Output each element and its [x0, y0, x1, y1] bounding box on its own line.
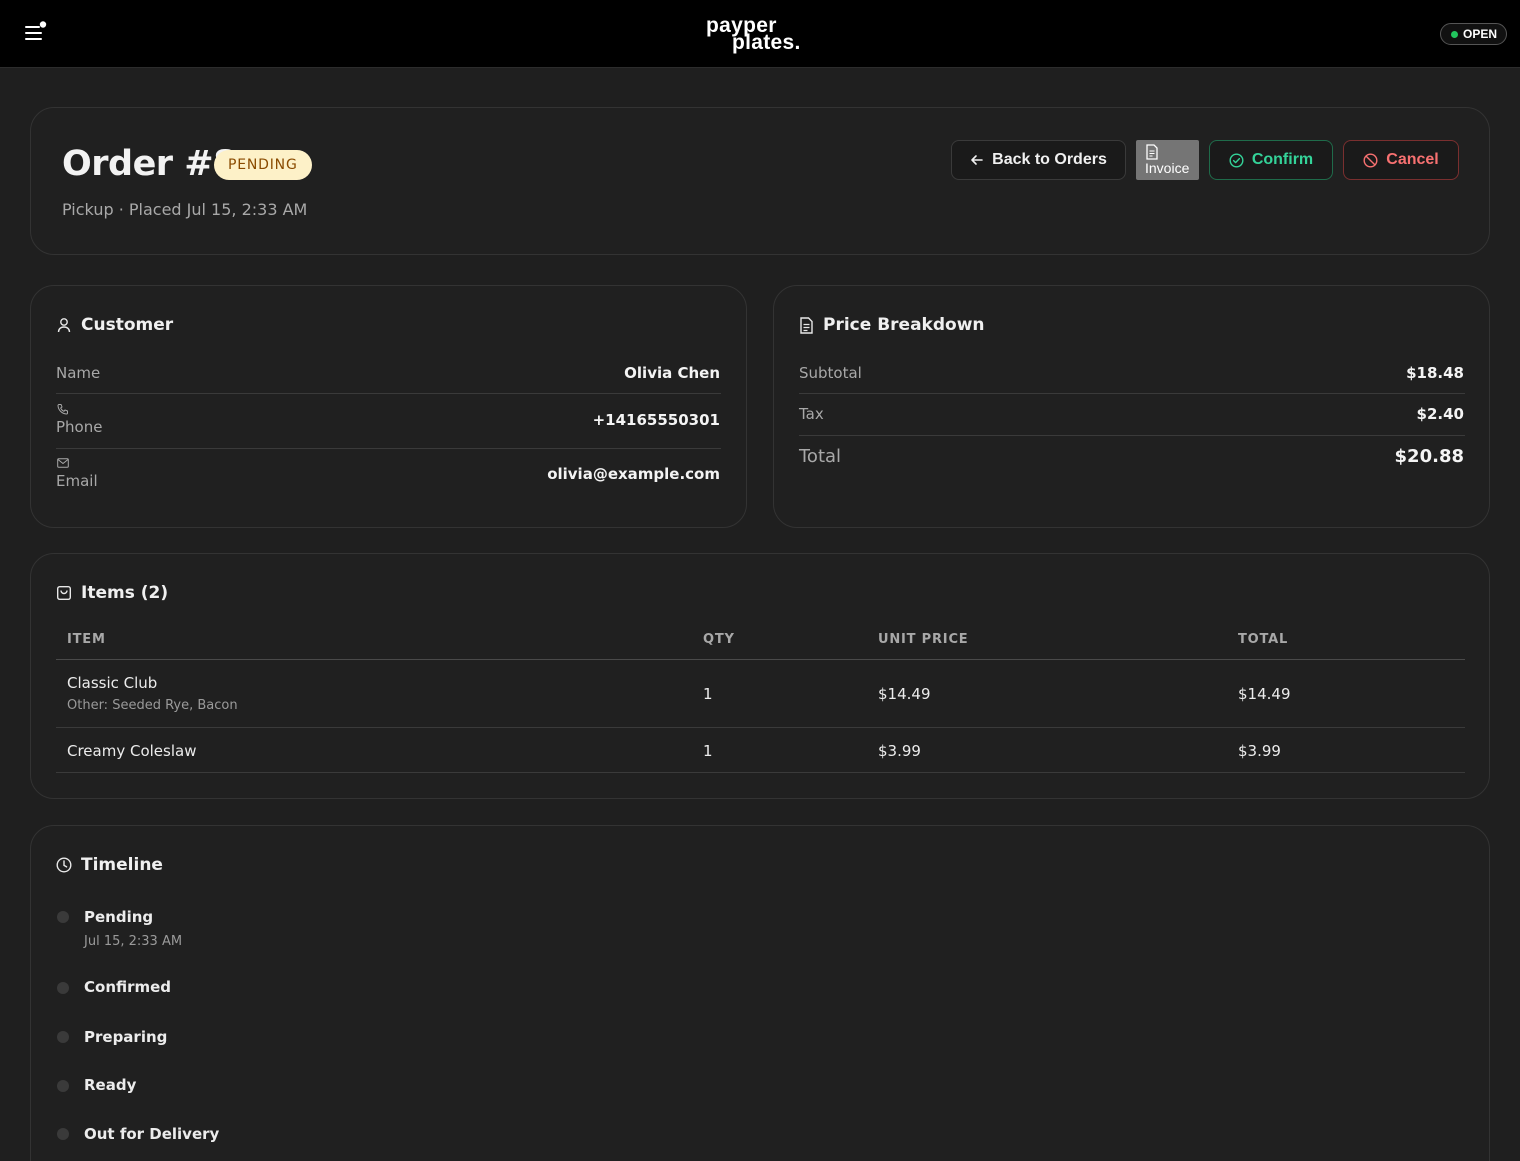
divider: [799, 435, 1465, 436]
status-dot-icon: [1451, 30, 1458, 38]
top-bar: payper plates. OPEN: [0, 0, 1520, 68]
divider: [56, 772, 1465, 773]
cancel-button[interactable]: Cancel: [1343, 140, 1459, 180]
column-header-total: TOTAL: [1238, 632, 1289, 647]
price-breakdown-card: Price Breakdown Subtotal $18.48 Tax $2.4…: [773, 285, 1490, 528]
timeline-dot-icon: [57, 982, 69, 994]
timeline-step-time: Jul 15, 2:33 AM: [84, 934, 183, 949]
divider: [56, 727, 1465, 728]
mail-icon: [57, 458, 69, 468]
timeline-card: Timeline Pending Jul 15, 2:33 AM Confirm…: [30, 825, 1490, 1161]
customer-phone[interactable]: +14165550301: [593, 411, 720, 429]
tax-value: $2.40: [1416, 405, 1464, 423]
page-title: Order #8: [62, 144, 237, 184]
timeline-step-label: Ready: [84, 1076, 137, 1094]
customer-title: Customer: [56, 315, 173, 335]
customer-name: Olivia Chen: [624, 364, 720, 382]
confirm-label: Confirm: [1251, 151, 1314, 168]
item-unit-price: $14.49: [878, 685, 931, 703]
items-card: Items (2) ITEM QTY UNIT PRICE TOTAL Clas…: [30, 553, 1490, 799]
divider: [56, 393, 721, 394]
ban-icon: [1363, 152, 1378, 168]
timeline-step-label: Preparing: [84, 1028, 168, 1046]
document-icon: [1146, 144, 1158, 160]
total-label: Total: [799, 446, 842, 467]
store-status-badge[interactable]: OPEN: [1440, 23, 1507, 45]
arrow-left-icon: [971, 155, 983, 165]
column-header-item: ITEM: [67, 632, 106, 647]
user-icon: [57, 318, 71, 333]
divider: [56, 448, 721, 449]
timeline-dot-icon: [57, 911, 69, 923]
status-badge: PENDING: [214, 150, 312, 180]
timeline-dot-icon: [57, 1031, 69, 1043]
receipt-icon: [800, 316, 813, 334]
invoice-button[interactable]: Invoice: [1136, 140, 1199, 180]
cancel-label: Cancel: [1386, 151, 1439, 168]
item-total: $14.49: [1238, 685, 1291, 703]
timeline-title: Timeline: [56, 855, 163, 875]
logo[interactable]: payper plates.: [706, 14, 816, 58]
back-to-orders-button[interactable]: Back to Orders: [951, 140, 1126, 180]
confirm-button[interactable]: Confirm: [1209, 140, 1333, 180]
column-header-unit-price: UNIT PRICE: [878, 632, 969, 647]
timeline-dot-icon: [57, 1080, 69, 1092]
phone-icon: [57, 404, 68, 415]
customer-card: Customer Name Olivia Chen Phone +1416555…: [30, 285, 747, 528]
timeline-step-label: Pending: [84, 908, 154, 926]
item-qty: 1: [703, 685, 713, 703]
item-qty: 1: [703, 742, 713, 760]
item-note: Other: Seeded Rye, Bacon: [67, 698, 238, 713]
customer-email[interactable]: olivia@example.com: [547, 465, 720, 483]
store-status-label: OPEN: [1463, 27, 1498, 41]
item-name: Creamy Coleslaw: [67, 742, 197, 760]
timeline-dot-icon: [57, 1128, 69, 1140]
column-header-qty: QTY: [703, 632, 735, 647]
check-circle-icon: [1229, 152, 1244, 168]
clock-icon: [56, 857, 72, 873]
timeline-step-label: Out for Delivery: [84, 1125, 220, 1143]
price-title: Price Breakdown: [799, 315, 985, 335]
timeline-step-label: Confirmed: [84, 978, 172, 996]
timeline-title-label: Timeline: [81, 855, 163, 875]
items-title: Items (2): [56, 583, 168, 603]
item-name: Classic Club: [67, 674, 158, 692]
name-label: Name: [56, 364, 101, 382]
item-unit-price: $3.99: [878, 742, 921, 760]
tax-label: Tax: [799, 405, 824, 423]
subtotal-value: $18.48: [1406, 364, 1464, 382]
invoice-label: Invoice: [1145, 160, 1190, 176]
items-title-label: Items (2): [81, 583, 169, 603]
order-subtitle: Pickup · Placed Jul 15, 2:33 AM: [62, 200, 308, 219]
phone-label: Phone: [56, 418, 103, 436]
bag-icon: [57, 586, 72, 601]
divider: [56, 659, 1465, 660]
order-header-card: Order #8 PENDING Pickup · Placed Jul 15,…: [30, 107, 1490, 255]
back-to-orders-label: Back to Orders: [992, 151, 1107, 168]
total-value: $20.88: [1394, 446, 1464, 467]
menu-icon[interactable]: [22, 20, 48, 46]
item-total: $3.99: [1238, 742, 1281, 760]
customer-title-label: Customer: [81, 315, 174, 335]
subtotal-label: Subtotal: [799, 364, 862, 382]
email-label: Email: [56, 472, 98, 490]
divider: [799, 393, 1465, 394]
price-title-label: Price Breakdown: [823, 315, 985, 335]
logo-line-2: plates.: [732, 31, 801, 54]
